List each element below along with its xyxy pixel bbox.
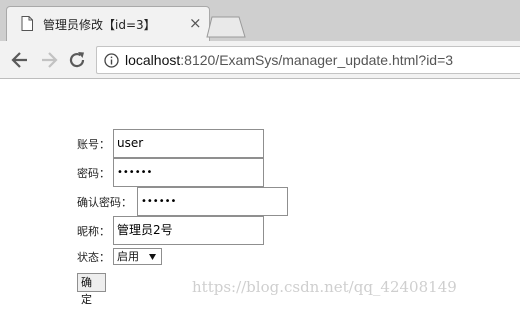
tab-title: 管理员修改【id=3】 bbox=[43, 18, 156, 32]
confirm-button[interactable]: 确定 bbox=[77, 273, 106, 306]
info-icon[interactable] bbox=[104, 53, 119, 68]
status-label: 状态： bbox=[77, 251, 110, 264]
forward-arrow-icon[interactable] bbox=[39, 50, 59, 70]
account-label: 账号： bbox=[77, 138, 110, 151]
url-text[interactable]: localhost:8120/ExamSys/manager_update.ht… bbox=[125, 52, 453, 68]
account-input[interactable]: user bbox=[113, 129, 264, 158]
url-path: :8120/ExamSys/manager_update.html?id=3 bbox=[180, 52, 454, 68]
url-host: localhost bbox=[125, 52, 181, 68]
close-tab-icon[interactable]: × bbox=[189, 14, 202, 32]
password-input[interactable]: •••••• bbox=[113, 158, 264, 187]
page-icon bbox=[21, 16, 33, 31]
browser-tab[interactable]: 管理员修改【id=3】 × bbox=[6, 6, 210, 41]
new-tab-button[interactable] bbox=[206, 16, 246, 38]
dropdown-arrow-icon bbox=[149, 254, 156, 260]
status-selected-value: 启用 bbox=[117, 250, 139, 263]
watermark: https://blog.csdn.net/qq_42408149 bbox=[192, 278, 457, 296]
confirm-password-input[interactable]: •••••• bbox=[137, 187, 288, 216]
back-arrow-icon[interactable] bbox=[10, 50, 30, 70]
password-label: 密码： bbox=[77, 167, 110, 180]
reload-icon[interactable] bbox=[67, 50, 87, 70]
status-select[interactable]: 启用 bbox=[113, 248, 162, 265]
nickname-label: 昵称： bbox=[77, 225, 110, 238]
address-bar[interactable]: localhost:8120/ExamSys/manager_update.ht… bbox=[96, 46, 520, 74]
nickname-input[interactable]: 管理员2号 bbox=[113, 216, 264, 245]
confirm-password-label: 确认密码： bbox=[77, 196, 132, 209]
browser-toolbar: localhost:8120/ExamSys/manager_update.ht… bbox=[0, 41, 520, 79]
tab-strip: 管理员修改【id=3】 × bbox=[0, 0, 520, 41]
